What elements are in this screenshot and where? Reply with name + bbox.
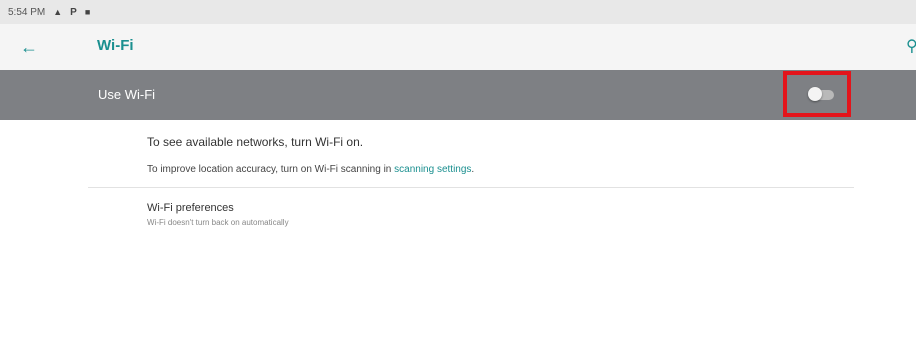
use-wifi-label: Use Wi-Fi [98, 87, 156, 102]
status-time: 5:54 PM [8, 6, 46, 18]
search-icon[interactable]: ⚲ [906, 36, 916, 58]
status-bar: 5:54 PM ▲ P ■ [0, 0, 916, 24]
p-icon: P [70, 6, 77, 18]
back-arrow-icon[interactable]: ← [18, 36, 40, 58]
scanning-message-suffix: . [471, 164, 475, 175]
toggle-thumb [808, 87, 822, 101]
divider [88, 187, 854, 188]
wifi-preferences-summary: Wi-Fi doesn't turn back on automatically [147, 218, 289, 227]
scanning-settings-link[interactable]: scanning settings [394, 164, 471, 175]
page-title: Wi-Fi [97, 37, 134, 54]
lock-icon: ▲ [53, 7, 63, 17]
use-wifi-master-switch-bar[interactable]: Use Wi-Fi [0, 70, 916, 120]
briefcase-icon: ■ [84, 7, 91, 17]
app-bar: ← Wi-Fi ⚲ [0, 24, 916, 71]
wifi-preferences-title: Wi-Fi preferences [147, 202, 234, 214]
wifi-content: To see available networks, turn Wi-Fi on… [0, 120, 916, 356]
use-wifi-toggle[interactable] [808, 87, 834, 101]
wifi-off-message: To see available networks, turn Wi-Fi on… [147, 135, 364, 149]
scanning-message: To improve location accuracy, turn on Wi… [147, 164, 474, 175]
scanning-message-text: To improve location accuracy, turn on Wi… [147, 164, 395, 175]
